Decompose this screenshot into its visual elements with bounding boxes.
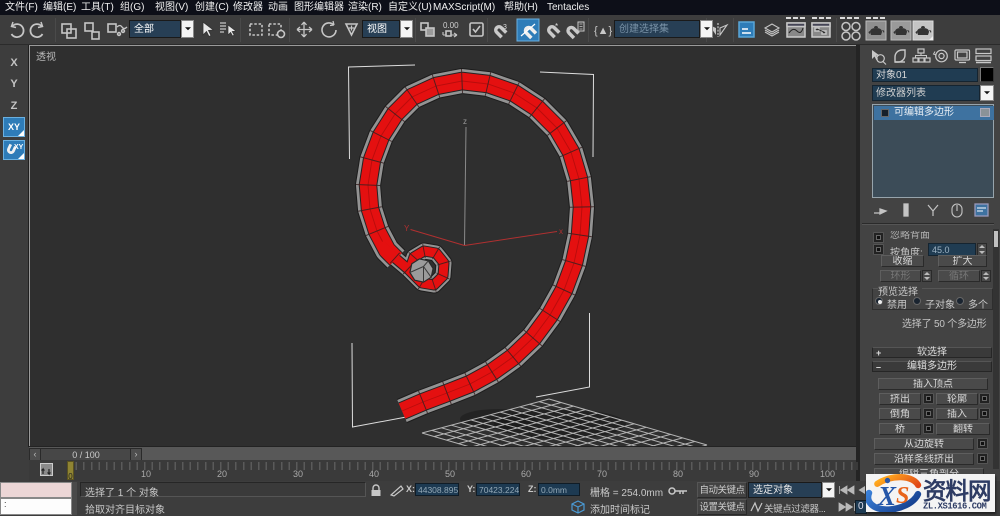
svg-text:*: * [555,22,558,31]
svg-text:Y: Y [404,224,410,233]
svg-text:ZL.XS1616.COM: ZL.XS1616.COM [923,502,987,512]
svg-text:S: S [896,483,909,509]
svg-text:0.00: 0.00 [443,21,459,30]
svg-text:{▲}: {▲} [594,25,613,37]
svg-text:z: z [463,117,467,126]
svg-text:3: 3 [503,24,507,31]
svg-text:资料网: 资料网 [923,478,991,504]
svg-text:XY: XY [14,144,24,151]
svg-text:X: X [877,481,897,511]
svg-text:x: x [559,227,563,236]
